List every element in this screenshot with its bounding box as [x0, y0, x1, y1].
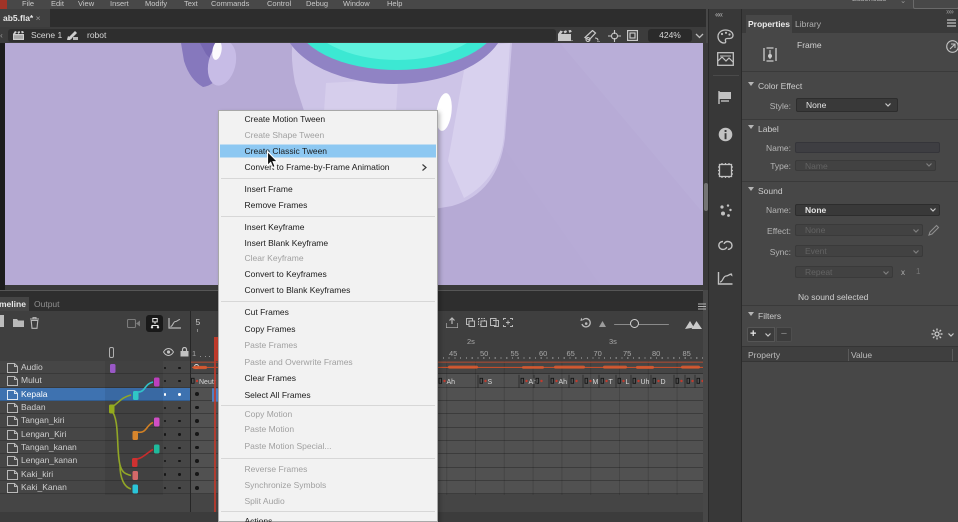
- svg-text:Uh: Uh: [641, 379, 650, 386]
- svg-text:L: L: [626, 379, 630, 386]
- svg-text:Ah: Ah: [447, 379, 456, 386]
- svg-text:Ah: Ah: [559, 379, 568, 386]
- svg-text:M: M: [593, 379, 599, 386]
- svg-text:S: S: [488, 379, 493, 386]
- svg-text:T: T: [609, 379, 614, 386]
- svg-text:D: D: [661, 379, 666, 386]
